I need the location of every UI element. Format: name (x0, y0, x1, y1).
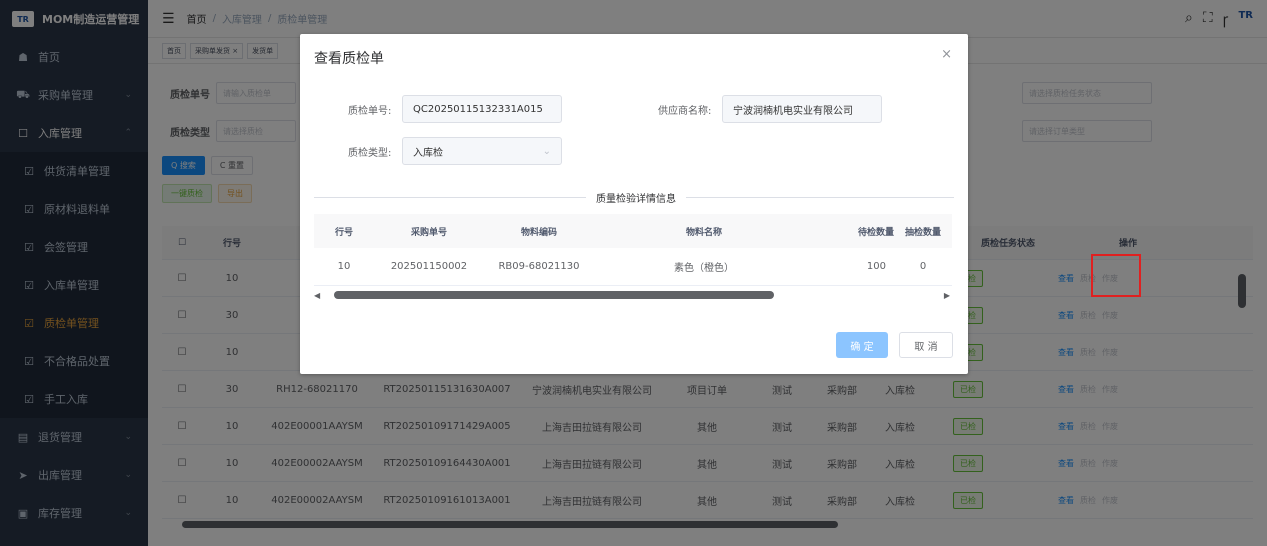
supplier-label: 供应商名称: (658, 106, 712, 117)
cancel-button[interactable]: 取 消 (899, 332, 953, 358)
detail-table-header: 行号 采购单号 物料编码 物料名称 待检数量 抽检数量 (314, 214, 952, 248)
modal-mask-sidebar (0, 0, 148, 546)
confirm-button[interactable]: 确 定 (836, 332, 888, 358)
col-pending: 待检数量 (857, 227, 894, 238)
col-rownum: 行号 (334, 227, 353, 238)
cell-mname: 素色（橙色） (674, 263, 734, 274)
cell-rownum: 10 (337, 261, 351, 272)
dialog-title: 查看质检单 (314, 51, 384, 67)
cell-po: 202501150002 (390, 261, 468, 272)
col-mname: 物料名称 (685, 227, 722, 238)
col-mcode: 物料编码 (520, 227, 557, 238)
detail-hscrollbar[interactable]: ◀ ▶ (314, 288, 952, 302)
qc-no-field[interactable]: QC20250115132331A015 (402, 95, 562, 123)
close-icon[interactable]: × (941, 47, 952, 62)
scroll-left-icon[interactable]: ◀ (314, 291, 320, 300)
view-qc-dialog: 查看质检单 × 质检单号: QC20250115132331A015 供应商名称… (300, 34, 968, 374)
qc-type-value: 入库检 (413, 147, 443, 159)
scroll-right-icon[interactable]: ▶ (944, 291, 950, 300)
qc-no-label: 质检单号: (348, 106, 392, 117)
chevron-down-icon: ⌄ (542, 145, 551, 157)
supplier-field[interactable]: 宁波润楠机电实业有限公司 (722, 95, 882, 123)
qc-type-label: 质检类型: (348, 148, 392, 159)
section-title: 质量检验详情信息 (586, 190, 686, 205)
detail-hscroll-thumb[interactable] (334, 291, 774, 299)
detail-table-row: 10 202501150002 RB09-68021130 素色（橙色） 100… (314, 248, 952, 286)
col-po: 采购单号 (410, 227, 447, 238)
cell-pending: 100 (866, 261, 886, 272)
col-sample: 抽检数量 (904, 227, 941, 238)
highlight-box (1091, 254, 1141, 297)
qc-type-select[interactable]: 入库检 ⌄ (402, 137, 562, 165)
cell-sample: 0 (919, 261, 927, 272)
cell-mcode: RB09-68021130 (498, 261, 580, 272)
